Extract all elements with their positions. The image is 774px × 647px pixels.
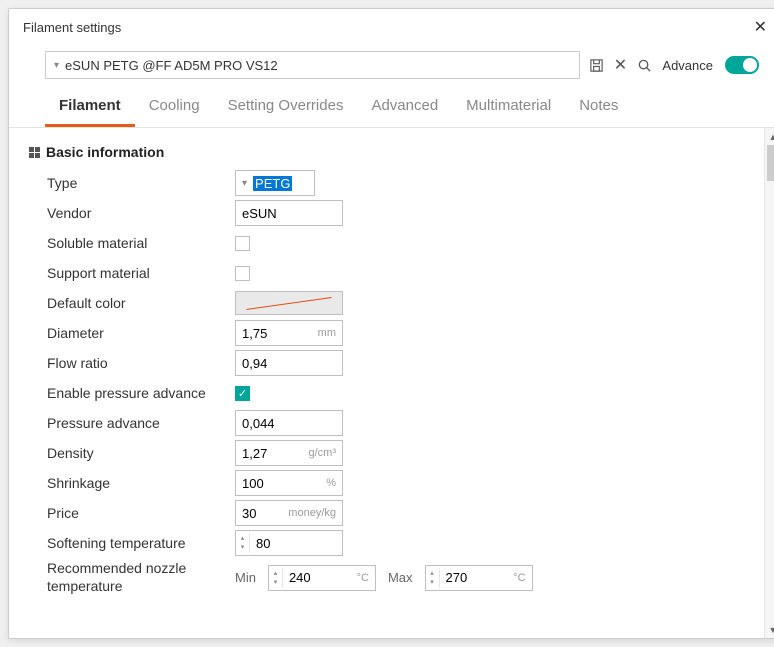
window-title: Filament settings [23,20,121,35]
diameter-input[interactable]: 1,75 mm [235,320,343,346]
tab-setting-overrides[interactable]: Setting Overrides [214,89,358,127]
scroll-up-icon[interactable]: ▲ [765,128,774,145]
nozzle-min-stepper[interactable]: ▴▾ 240 °C [268,565,376,591]
max-label: Max [388,570,413,585]
shrinkage-label: Shrinkage [29,475,235,491]
tab-cooling[interactable]: Cooling [135,89,214,127]
vendor-input[interactable]: eSUN [235,200,343,226]
advance-label: Advance [662,58,713,73]
scrollbar-thumb[interactable] [767,145,774,181]
pa-label: Pressure advance [29,415,235,431]
soft-temp-label: Softening temperature [29,535,235,551]
support-label: Support material [29,265,235,281]
panel: Basic information Type ▾ PETG Vendor eSU… [9,128,764,638]
type-dropdown[interactable]: ▾ PETG [235,170,315,196]
clear-icon[interactable]: ✕ [612,57,628,73]
grid-icon [29,147,40,158]
chevron-down-icon: ▾ [242,178,247,189]
content: Basic information Type ▾ PETG Vendor eSU… [9,128,774,638]
default-color-label: Default color [29,295,235,311]
scroll-down-icon[interactable]: ▼ [765,621,774,638]
tab-filament[interactable]: Filament [45,89,135,127]
flow-ratio-input[interactable]: 0,94 [235,350,343,376]
density-label: Density [29,445,235,461]
titlebar: Filament settings ✕ [9,9,774,45]
density-input[interactable]: 1,27 g/cm³ [235,440,343,466]
section-basic-information: Basic information [29,144,744,160]
tab-bar: Filament Cooling Setting Overrides Advan… [9,89,774,128]
soft-temp-stepper[interactable]: ▴▾ 80 [235,530,343,556]
flow-ratio-label: Flow ratio [29,355,235,371]
soluble-label: Soluble material [29,235,235,251]
epa-checkbox[interactable]: ✓ [235,386,250,401]
vendor-label: Vendor [29,205,235,221]
preset-dropdown[interactable]: ▾ eSUN PETG @FF AD5M PRO VS12 [45,51,580,79]
diameter-label: Diameter [29,325,235,341]
nozzle-temp-label: Recommended nozzle temperature [29,560,235,595]
shrinkage-input[interactable]: 100 % [235,470,343,496]
search-icon[interactable] [636,57,652,73]
filament-settings-window: Filament settings ✕ ▾ eSUN PETG @FF AD5M… [8,8,774,639]
scrollbar[interactable]: ▲ ▼ [764,128,774,638]
advance-toggle[interactable] [725,56,759,74]
price-label: Price [29,505,235,521]
min-label: Min [235,570,256,585]
save-icon[interactable] [588,57,604,73]
price-input[interactable]: 30 money/kg [235,500,343,526]
soluble-checkbox[interactable] [235,236,250,251]
nozzle-max-stepper[interactable]: ▴▾ 270 °C [425,565,533,591]
tab-advanced[interactable]: Advanced [357,89,452,127]
pa-input[interactable]: 0,044 [235,410,343,436]
type-label: Type [29,175,235,191]
close-icon[interactable]: ✕ [754,17,767,37]
chevron-down-icon: ▾ [54,60,59,71]
toolbar: ▾ eSUN PETG @FF AD5M PRO VS12 ✕ Advance [9,45,774,89]
tab-multimaterial[interactable]: Multimaterial [452,89,565,127]
support-checkbox[interactable] [235,266,250,281]
default-color-swatch[interactable] [235,291,343,315]
tab-notes[interactable]: Notes [565,89,632,127]
epa-label: Enable pressure advance [29,385,235,401]
preset-name: eSUN PETG @FF AD5M PRO VS12 [65,58,278,73]
